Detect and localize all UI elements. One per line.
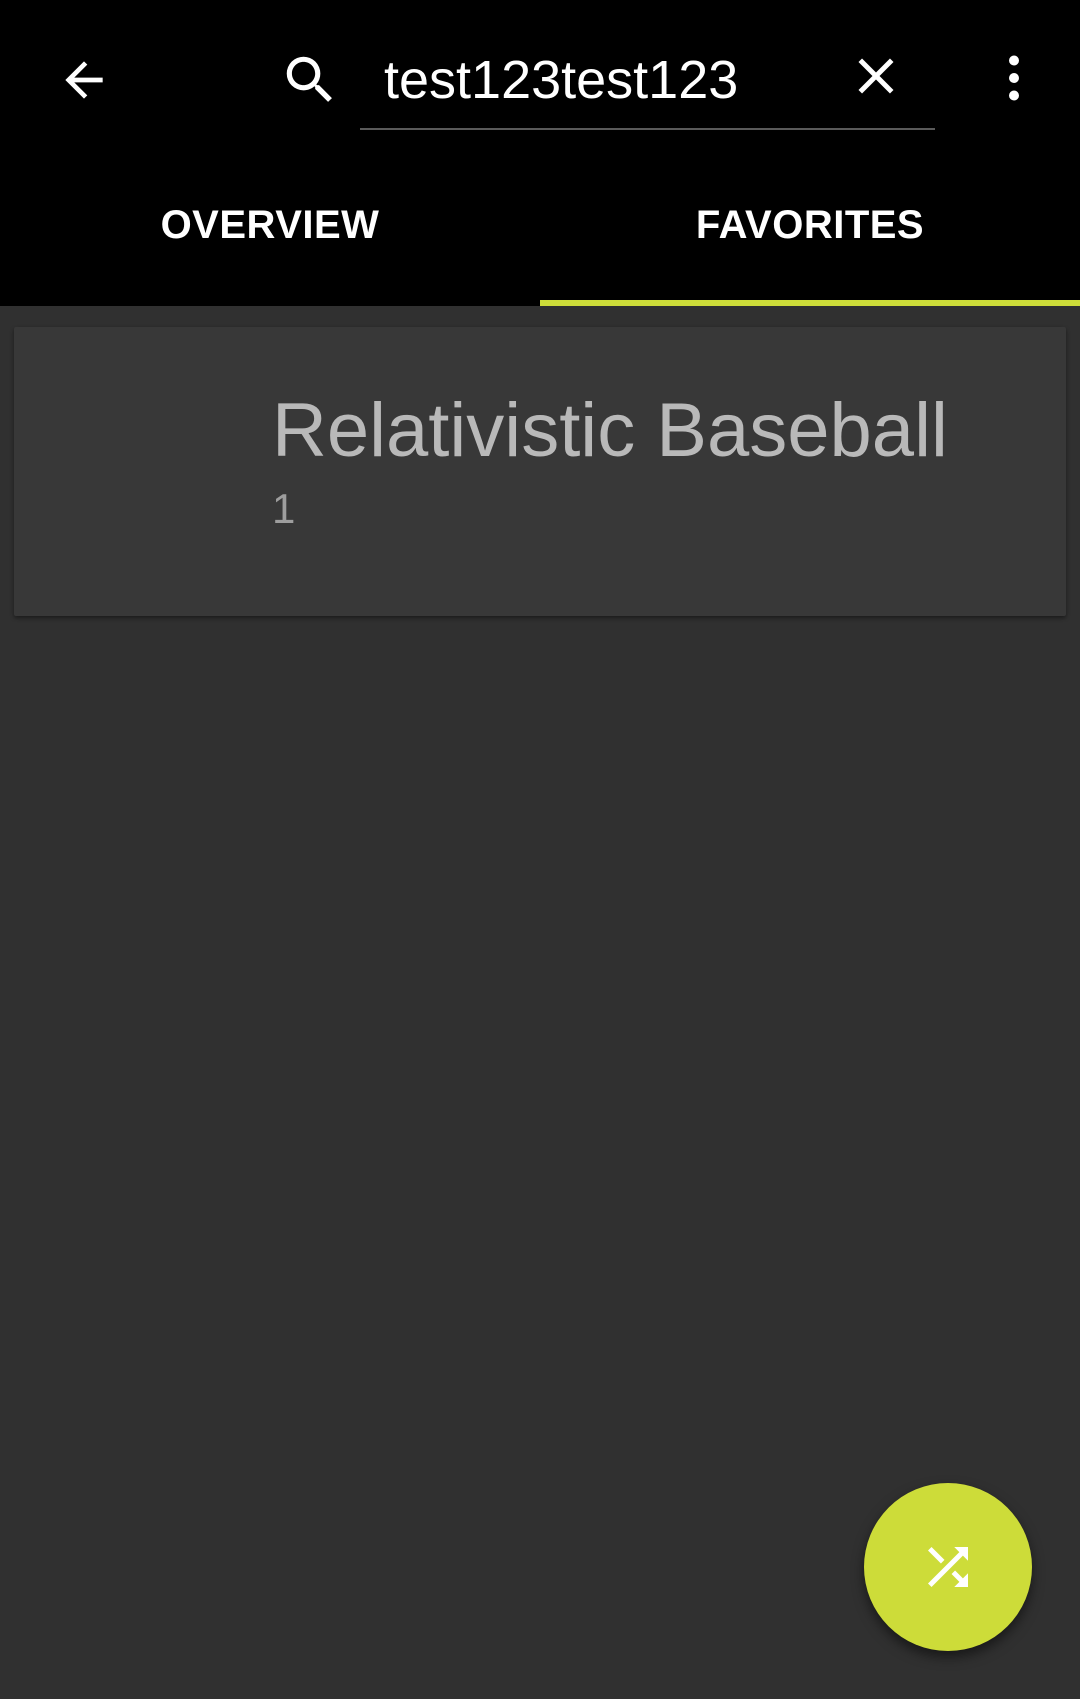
shuffle-button[interactable] [864, 1483, 1032, 1651]
active-tab-indicator [540, 300, 1080, 306]
list-item[interactable]: Relativistic Baseball 1 [14, 327, 1066, 616]
tab-bar: OVERVIEW FAVORITES [0, 175, 1080, 306]
tab-overview[interactable]: OVERVIEW [0, 175, 540, 306]
back-button[interactable] [42, 38, 126, 122]
more-vert-icon [1009, 55, 1019, 101]
app-screen: OVERVIEW FAVORITES Relativistic Baseball… [0, 0, 1080, 1699]
tab-overview-label: OVERVIEW [160, 203, 380, 247]
shuffle-icon [928, 1547, 968, 1587]
close-icon [858, 58, 894, 94]
tab-favorites[interactable]: FAVORITES [540, 175, 1080, 306]
arrow-back-icon [65, 61, 103, 99]
overflow-menu-button[interactable] [974, 36, 1054, 120]
search-input[interactable] [384, 40, 824, 120]
top-app-bar: OVERVIEW FAVORITES [0, 0, 1080, 306]
list-item-title: Relativistic Baseball [272, 388, 948, 473]
tab-favorites-label: FAVORITES [695, 203, 925, 247]
clear-search-button[interactable] [836, 36, 916, 116]
search-icon [272, 42, 348, 118]
list-item-subtitle: 1 [272, 485, 296, 532]
